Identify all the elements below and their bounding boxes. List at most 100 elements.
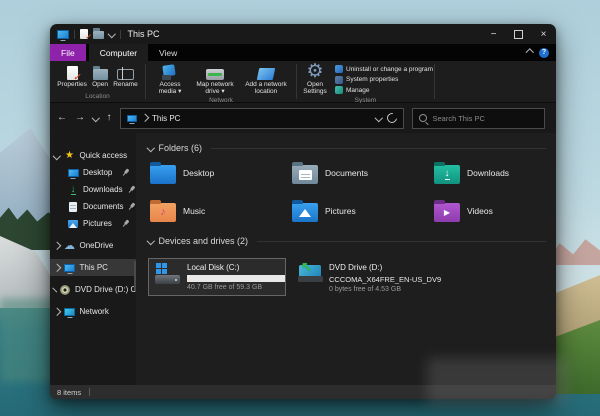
tab-computer[interactable]: Computer: [89, 44, 148, 61]
button-label: Rename: [113, 81, 138, 88]
sidebar-item-label: Pictures: [83, 219, 112, 228]
back-button[interactable]: ←: [57, 113, 67, 123]
pin-icon: [125, 183, 136, 195]
ribbon-separator: [434, 64, 435, 99]
chevron-right-icon[interactable]: [53, 242, 61, 250]
sidebar-item-pictures[interactable]: Pictures: [50, 215, 136, 232]
tab-view[interactable]: View: [148, 44, 188, 61]
recent-locations-chevron-icon[interactable]: [92, 114, 100, 122]
map-network-drive-button[interactable]: Map network drive ▾: [192, 64, 238, 96]
network-icon: [64, 308, 75, 316]
refresh-icon[interactable]: [385, 111, 399, 125]
sidebar-item-label: This PC: [80, 263, 108, 272]
drive-name: Local Disk (C:): [187, 263, 279, 272]
address-bar[interactable]: This PC: [120, 108, 404, 129]
folder-label: Videos: [467, 206, 493, 216]
uninstall-program-button[interactable]: Uninstall or change a program: [335, 65, 433, 73]
help-icon[interactable]: ?: [539, 48, 549, 58]
sidebar-item-documents[interactable]: Documents: [50, 198, 136, 215]
tab-file[interactable]: File: [50, 44, 86, 61]
collapse-chevron-icon[interactable]: [147, 237, 155, 245]
map-network-drive-icon: [206, 69, 224, 80]
rename-button[interactable]: Rename: [113, 64, 138, 88]
sidebar-item-downloads[interactable]: ↓ Downloads: [50, 181, 136, 198]
forward-button[interactable]: →: [75, 113, 85, 123]
system-properties-button[interactable]: System properties: [335, 76, 433, 84]
open-settings-button[interactable]: ⚙ Open Settings: [299, 64, 331, 96]
access-media-icon: [162, 65, 178, 80]
this-pc-icon: [64, 264, 75, 272]
dropdown-icon: ▾: [178, 88, 181, 95]
pictures-folder-icon: [292, 203, 318, 222]
sidebar-item-onedrive[interactable]: ☁ OneDrive: [50, 237, 136, 254]
qat-new-folder-icon[interactable]: [93, 31, 104, 39]
ribbon-group-network: Access media ▾ Map network drive ▾ Add a…: [146, 61, 296, 102]
pictures-icon: [68, 220, 78, 228]
manage-button[interactable]: Manage: [335, 86, 433, 94]
add-network-location-button[interactable]: Add a network location: [241, 64, 291, 96]
blurred-watermark: [427, 358, 568, 404]
sidebar-scrollbar[interactable]: [134, 261, 136, 291]
button-label: Uninstall or change a program: [346, 66, 433, 73]
sidebar-item-network[interactable]: Network: [50, 303, 136, 320]
sidebar-item-desktop[interactable]: Desktop: [50, 164, 136, 181]
divider: [89, 388, 90, 396]
divider: [120, 30, 121, 39]
chevron-right-icon[interactable]: [53, 264, 61, 272]
close-button[interactable]: ×: [531, 24, 556, 44]
folder-label: Desktop: [183, 168, 214, 178]
search-box[interactable]: [412, 108, 545, 129]
maximize-button[interactable]: [506, 24, 531, 44]
folder-tile-downloads[interactable]: ↓ Downloads: [434, 158, 556, 188]
drive-subtitle: CCCOMA_X64FRE_EN-US_DV9: [329, 275, 441, 284]
search-input[interactable]: [431, 113, 538, 124]
breadcrumb[interactable]: This PC: [152, 114, 180, 123]
minimize-ribbon-icon[interactable]: [525, 49, 533, 57]
folder-tile-desktop[interactable]: Desktop: [150, 158, 292, 188]
qat-customize-chevron-icon[interactable]: [108, 30, 116, 38]
sidebar-item-dvd-drive[interactable]: DVD Drive (D:) CCCO: [50, 281, 136, 298]
qat-properties-icon[interactable]: ✓: [80, 29, 88, 39]
dropdown-icon: ▾: [221, 88, 224, 95]
breadcrumb-chevron-icon[interactable]: [140, 114, 148, 122]
explorer-window: ✓ This PC − × File Computer View ?: [50, 24, 556, 399]
folder-tile-documents[interactable]: Documents: [292, 158, 434, 188]
group-label-location: Location: [50, 92, 145, 102]
folder-tile-pictures[interactable]: Pictures: [292, 196, 434, 226]
folder-tile-videos[interactable]: ▶ Videos: [434, 196, 556, 226]
minimize-button[interactable]: −: [481, 24, 506, 44]
chevron-right-icon[interactable]: [52, 287, 57, 292]
ribbon-tab-row: File Computer View ?: [50, 44, 556, 61]
drive-name: DVD Drive (D:): [329, 263, 441, 272]
chevron-down-icon[interactable]: [53, 152, 61, 160]
open-button[interactable]: Open: [92, 64, 108, 88]
properties-button[interactable]: ✓ Properties: [57, 64, 87, 88]
divider: [257, 241, 546, 242]
rename-icon: [117, 69, 134, 80]
desktop: ✓ This PC − × File Computer View ?: [0, 0, 600, 416]
manage-icon: [335, 86, 343, 94]
access-media-button[interactable]: Access media ▾: [151, 64, 189, 96]
music-folder-icon: ♪: [150, 203, 176, 222]
desktop-icon: [68, 169, 79, 177]
sidebar-item-label: OneDrive: [80, 241, 114, 250]
up-button[interactable]: ↑: [107, 113, 112, 123]
title-bar[interactable]: ✓ This PC − ×: [50, 24, 556, 44]
sidebar-item-quick-access[interactable]: ★ Quick access: [50, 147, 136, 164]
section-header-devices[interactable]: Devices and drives (2): [148, 236, 546, 246]
section-header-folders[interactable]: Folders (6): [148, 143, 546, 153]
sidebar-item-label: Quick access: [80, 151, 128, 160]
sidebar-item-label: Downloads: [83, 185, 123, 194]
drive-tile-local-disk[interactable]: Local Disk (C:) 40.7 GB free of 59.3 GB: [148, 258, 286, 296]
chevron-right-icon[interactable]: [53, 308, 61, 316]
sidebar-item-this-pc[interactable]: This PC: [50, 259, 136, 276]
drive-tile-dvd[interactable]: ↖ DVD Drive (D:) CCCOMA_X64FRE_EN-US_DV9…: [296, 258, 443, 298]
folder-tile-music[interactable]: ♪ Music: [150, 196, 292, 226]
collapse-chevron-icon[interactable]: [147, 144, 155, 152]
file-list-area: Folders (6) Desktop Documents ↓ Download…: [136, 133, 556, 385]
button-label: Manage: [346, 87, 370, 94]
address-dropdown-icon[interactable]: [375, 114, 383, 122]
system-properties-icon: [335, 76, 343, 84]
divider: [211, 148, 546, 149]
this-pc-app-icon: [57, 30, 69, 39]
